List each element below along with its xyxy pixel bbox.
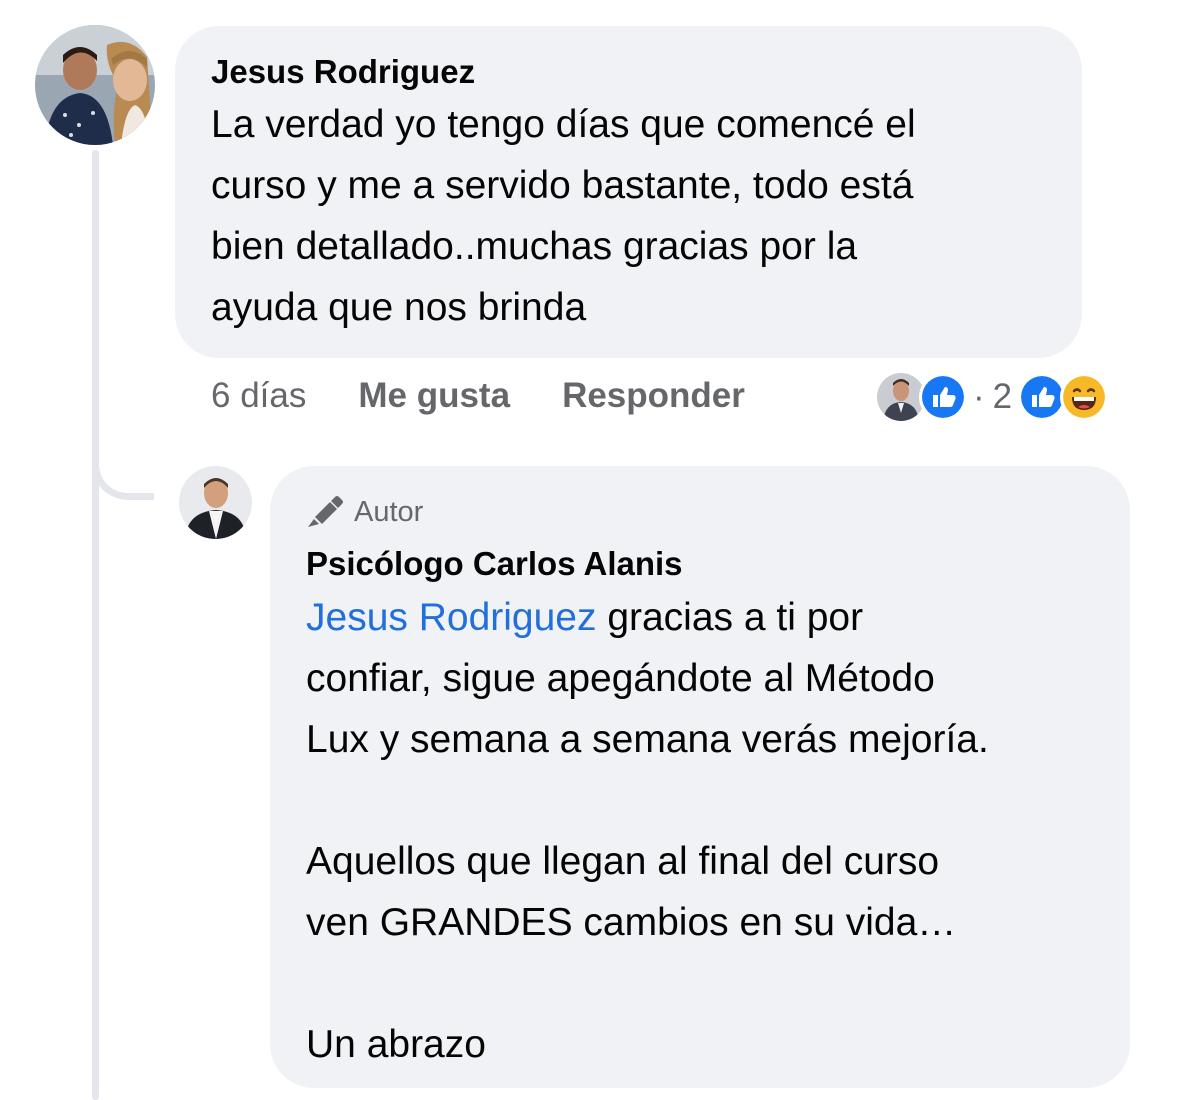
replier-avatar-image bbox=[179, 466, 252, 539]
like-icon bbox=[919, 373, 967, 421]
reply-text-line: Jesus Rodriguez gracias a ti por bbox=[306, 587, 1094, 648]
reply-text-line: confiar, sigue apegándote al Método bbox=[306, 657, 935, 700]
reaction-separator: · bbox=[973, 377, 985, 416]
reaction-count: 2 bbox=[992, 377, 1013, 416]
author-badge-label: Autor bbox=[354, 495, 424, 528]
commenter-avatar-image bbox=[35, 25, 155, 145]
reply-author-name[interactable]: Psicólogo Carlos Alanis bbox=[306, 544, 1094, 584]
reply-text: Jesus Rodriguez gracias a ti por confiar… bbox=[306, 587, 1094, 1075]
comment-text-line: La verdad yo tengo días que comencé el bbox=[211, 103, 916, 146]
comment-timestamp[interactable]: 6 días bbox=[211, 376, 306, 416]
commenter-avatar[interactable] bbox=[35, 25, 155, 145]
reply-bubble: Autor Psicólogo Carlos Alanis Jesus Rodr… bbox=[270, 466, 1130, 1088]
like-icon bbox=[1018, 373, 1067, 421]
like-button[interactable]: Me gusta bbox=[358, 376, 510, 416]
reply-text-line: Aquellos que llegan al final del curso bbox=[306, 840, 940, 883]
reply-text-line: ven GRANDES cambios en su vida… bbox=[306, 901, 957, 944]
reply-text-line: Lux y semana a semana verás mejoría. bbox=[306, 718, 989, 761]
author-pen-icon bbox=[308, 496, 343, 527]
comment-bubble: Jesus Rodriguez La verdad yo tengo días … bbox=[175, 26, 1082, 358]
comment-actions: 6 días Me gusta Responder bbox=[211, 372, 745, 420]
reply-blank-line bbox=[306, 770, 1094, 831]
replier-avatar[interactable] bbox=[179, 466, 252, 539]
haha-icon bbox=[1060, 373, 1109, 421]
reply-text-fragment: gracias a ti por bbox=[596, 596, 864, 639]
reply-blank-line bbox=[306, 953, 1094, 1014]
reply-button[interactable]: Responder bbox=[562, 376, 745, 416]
reactions-summary[interactable]: · 2 bbox=[877, 372, 1109, 422]
comment-text-line: ayuda que nos brinda bbox=[211, 286, 587, 329]
comment-text: La verdad yo tengo días que comencé el c… bbox=[211, 94, 1046, 338]
thread-line bbox=[92, 150, 99, 1100]
reactor-avatar bbox=[877, 373, 925, 421]
author-badge: Autor bbox=[306, 494, 1094, 530]
comment-text-line: bien detallado..muchas gracias por la bbox=[211, 225, 858, 268]
mention-link[interactable]: Jesus Rodriguez bbox=[306, 596, 596, 639]
thread-connector bbox=[92, 440, 154, 500]
comment-text-line: curso y me a servido bastante, todo está bbox=[211, 164, 914, 207]
comment-author-name[interactable]: Jesus Rodriguez bbox=[211, 52, 1046, 92]
reply-text-line: Un abrazo bbox=[306, 1023, 486, 1066]
